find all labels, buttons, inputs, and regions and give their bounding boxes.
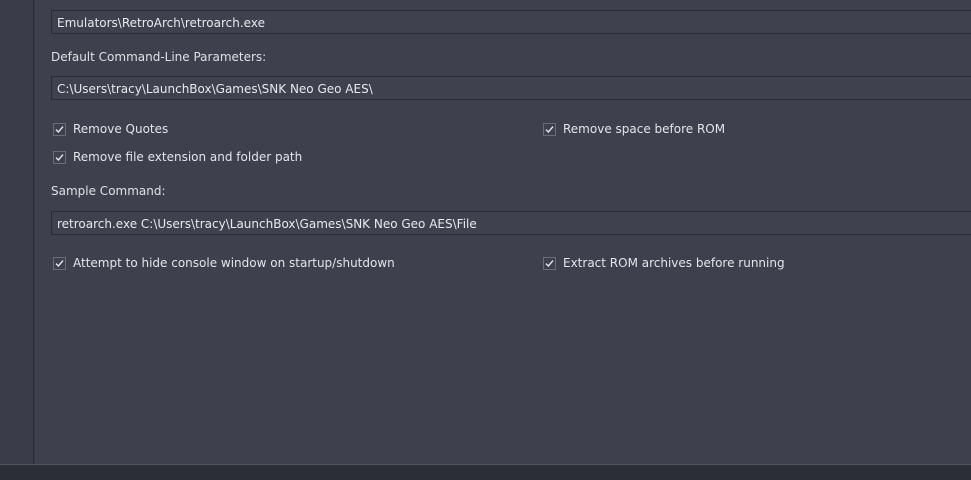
bottom-bar (0, 464, 971, 480)
remove-space-before-rom-option[interactable]: Remove space before ROM (543, 121, 725, 137)
remove-quotes-checkbox[interactable] (53, 122, 66, 136)
extract-rom-label: Extract ROM archives before running (563, 256, 785, 270)
extract-rom-checkbox[interactable] (543, 256, 556, 270)
checkmark-icon (545, 125, 554, 133)
remove-space-before-rom-checkbox[interactable] (543, 122, 556, 136)
checkmark-icon (55, 125, 64, 133)
extract-rom-option[interactable]: Extract ROM archives before running (543, 255, 785, 271)
remove-quotes-option[interactable]: Remove Quotes (53, 121, 168, 137)
checkmark-icon (55, 259, 64, 267)
remove-file-extension-option[interactable]: Remove file extension and folder path (53, 149, 302, 165)
emulator-path-input[interactable]: Emulators\RetroArch\retroarch.exe (51, 10, 971, 34)
hide-console-option[interactable]: Attempt to hide console window on startu… (53, 255, 395, 271)
remove-space-before-rom-label: Remove space before ROM (563, 122, 726, 136)
remove-file-extension-checkbox[interactable] (53, 150, 66, 164)
hide-console-label: Attempt to hide console window on startu… (73, 256, 395, 270)
left-sidebar-strip (0, 0, 34, 464)
hide-console-checkbox[interactable] (53, 256, 66, 270)
checkmark-icon (55, 153, 64, 161)
sample-command-field[interactable]: retroarch.exe C:\Users\tracy\LaunchBox\G… (51, 211, 971, 235)
command-line-label: Default Command-Line Parameters: (51, 50, 267, 64)
sample-command-label: Sample Command: (51, 184, 166, 198)
checkmark-icon (545, 259, 554, 267)
remove-quotes-label: Remove Quotes (73, 122, 169, 136)
command-line-input[interactable]: C:\Users\tracy\LaunchBox\Games\SNK Neo G… (51, 76, 971, 100)
emulator-settings-panel: Emulators\RetroArch\retroarch.exe Defaul… (35, 0, 971, 464)
remove-file-extension-label: Remove file extension and folder path (73, 150, 303, 164)
